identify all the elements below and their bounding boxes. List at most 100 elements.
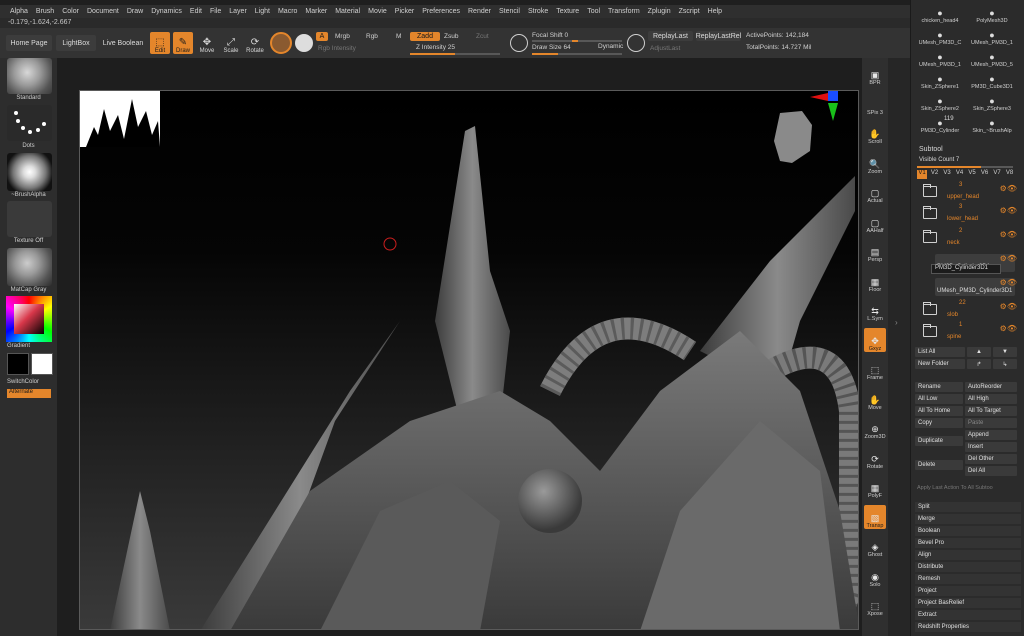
section-align[interactable]: Align: [915, 550, 1021, 560]
material-swatch[interactable]: [270, 32, 292, 54]
brush-alpha-thumbnail[interactable]: [7, 153, 52, 191]
shelf-l-sym-button[interactable]: ⇆ L.Sym: [864, 298, 886, 322]
shelf-polyf-button[interactable]: ▦ PolyF: [864, 475, 886, 499]
shelf-bpr-button[interactable]: ▣ BPR: [864, 62, 886, 86]
new-folder-button[interactable]: New Folder: [915, 359, 965, 369]
replay-last-button[interactable]: ReplayLast: [648, 31, 693, 41]
section-project[interactable]: Project: [915, 586, 1021, 596]
secondary-color-swatch[interactable]: [31, 353, 53, 375]
move-down-button[interactable]: ▼: [993, 347, 1017, 357]
matcap-thumbnail[interactable]: [7, 248, 52, 286]
menu-zplugin[interactable]: Zplugin: [644, 8, 675, 15]
version-tab-v8[interactable]: V8: [1005, 170, 1015, 179]
tool-thumbnail[interactable]: ● PM3D_Cube3D1: [967, 68, 1017, 90]
draw-size-slider[interactable]: Draw Size 64: [532, 44, 571, 51]
menu-stencil[interactable]: Stencil: [495, 8, 524, 15]
visibility-icon[interactable]: ⚙👁: [1000, 254, 1017, 263]
tool-thumbnail[interactable]: ● UMesh_PM3D_C: [915, 24, 965, 46]
delete-button[interactable]: Delete: [915, 460, 963, 470]
lightbox-button[interactable]: LightBox: [56, 35, 96, 51]
version-tab-v6[interactable]: V6: [980, 170, 990, 179]
stroke-icon[interactable]: [510, 34, 528, 52]
visibility-icon[interactable]: ⚙👁: [1000, 302, 1017, 311]
mrgb-button[interactable]: Mrgb: [335, 33, 350, 40]
dots-stroke-thumbnail[interactable]: [7, 105, 52, 141]
zcut-button[interactable]: Zcut: [476, 33, 489, 40]
menu-tool[interactable]: Tool: [583, 8, 604, 15]
menu-draw[interactable]: Draw: [123, 8, 147, 15]
menu-marker[interactable]: Marker: [301, 8, 331, 15]
shelf-frame-button[interactable]: ⬚ Frame: [864, 357, 886, 381]
visible-count-slider[interactable]: Visible Count 7: [919, 157, 959, 163]
shelf-zoom-button[interactable]: 🔍 Zoom: [864, 151, 886, 175]
menu-texture[interactable]: Texture: [552, 8, 583, 15]
move-in-button[interactable]: ↱: [967, 359, 991, 369]
shelf-move-button[interactable]: ✋ Move: [864, 387, 886, 411]
del-all-button[interactable]: Del All: [965, 466, 1017, 476]
section-redshift-properties[interactable]: Redshift Properties: [915, 622, 1021, 632]
menu-zscript[interactable]: Zscript: [675, 8, 704, 15]
shelf-rotate-button[interactable]: ⟳ Rotate: [864, 446, 886, 470]
menu-stroke[interactable]: Stroke: [524, 8, 552, 15]
section-project-basrelief[interactable]: Project BasRelief: [915, 598, 1021, 608]
shelf-persp-button[interactable]: ▤ Persp: [864, 239, 886, 263]
shelf-gxyz-button[interactable]: ✥ Gxyz: [864, 327, 886, 352]
shelf-solo-button[interactable]: ◉ Solo: [864, 564, 886, 588]
menu-movie[interactable]: Movie: [364, 8, 391, 15]
menu-file[interactable]: File: [206, 8, 225, 15]
home-page-button[interactable]: Home Page: [6, 35, 52, 51]
standard-brush-thumbnail[interactable]: [7, 58, 52, 94]
replay-last-rel-button[interactable]: ReplayLastRel: [696, 31, 741, 41]
shelf-scroll-button[interactable]: ✋ Scroll: [864, 121, 886, 145]
version-tab-v5[interactable]: V5: [967, 170, 977, 179]
menu-dynamics[interactable]: Dynamics: [147, 8, 186, 15]
tool-thumbnail[interactable]: ● Skin_ZSphere2: [915, 90, 965, 112]
primary-color-swatch[interactable]: [7, 353, 29, 375]
scale-mode-button[interactable]: ⤢ Scale: [221, 32, 241, 55]
menu-picker[interactable]: Picker: [391, 8, 418, 15]
shelf-spix-3-button[interactable]: SPix 3: [864, 92, 886, 116]
tool-thumbnail[interactable]: ● UMesh_PM3D_1: [967, 24, 1017, 46]
zadd-button[interactable]: Zadd: [410, 32, 440, 41]
del-other-button[interactable]: Del Other: [965, 454, 1017, 464]
color-picker-wheel[interactable]: [6, 296, 52, 342]
menu-render[interactable]: Render: [464, 8, 495, 15]
auto-reorder-button[interactable]: AutoReorder: [965, 382, 1017, 392]
a-toggle[interactable]: A: [316, 32, 328, 41]
subtool-row[interactable]: 22 slob ⚙👁: [915, 300, 1021, 322]
folder-icon[interactable]: [923, 324, 937, 337]
tool-thumbnail[interactable]: ● PM3D_Cylinder: [915, 112, 965, 134]
version-tab-v7[interactable]: V7: [992, 170, 1002, 179]
menu-light[interactable]: Light: [251, 8, 274, 15]
version-tab-v1[interactable]: V1: [917, 170, 927, 179]
visibility-icon[interactable]: ⚙👁: [1000, 184, 1017, 193]
dynamic-button[interactable]: Dynamic: [598, 43, 623, 50]
replay-icon[interactable]: [627, 34, 645, 52]
move-mode-button[interactable]: ✥ Move: [197, 32, 217, 55]
duplicate-button[interactable]: Duplicate: [915, 436, 963, 446]
switch-color-button[interactable]: SwitchColor: [7, 379, 39, 385]
visibility-icon[interactable]: ⚙👁: [1000, 324, 1017, 333]
move-up-button[interactable]: ▲: [967, 347, 991, 357]
menu-material[interactable]: Material: [331, 8, 364, 15]
section-distribute[interactable]: Distribute: [915, 562, 1021, 572]
menu-color[interactable]: Color: [58, 8, 83, 15]
focal-shift-slider[interactable]: Focal Shift 0: [532, 32, 568, 39]
tool-thumbnail[interactable]: ● PolyMesh3D: [967, 2, 1017, 24]
paste-button[interactable]: Paste: [965, 418, 1017, 428]
subtool-row[interactable]: 3 lower_head ⚙👁: [915, 204, 1021, 226]
shelf-transp-button[interactable]: ▧ Transp: [864, 504, 886, 529]
section-bevel-pro[interactable]: Bevel Pro: [915, 538, 1021, 548]
viewport-canvas[interactable]: [79, 90, 859, 630]
folder-icon[interactable]: [923, 230, 937, 243]
shelf-zoom3d-button[interactable]: ⊕ Zoom3D: [864, 416, 886, 440]
move-out-button[interactable]: ↳: [993, 359, 1017, 369]
edit-mode-button[interactable]: ⬚ Edit: [150, 32, 170, 54]
menu-brush[interactable]: Brush: [32, 8, 58, 15]
menu-document[interactable]: Document: [83, 8, 123, 15]
subtool-row[interactable]: 3 upper_head ⚙👁: [915, 182, 1021, 204]
alternate-button[interactable]: Alternate: [7, 389, 51, 398]
menu-edit[interactable]: Edit: [186, 8, 206, 15]
all-to-target-button[interactable]: All To Target: [965, 406, 1017, 416]
copy-button[interactable]: Copy: [915, 418, 963, 428]
